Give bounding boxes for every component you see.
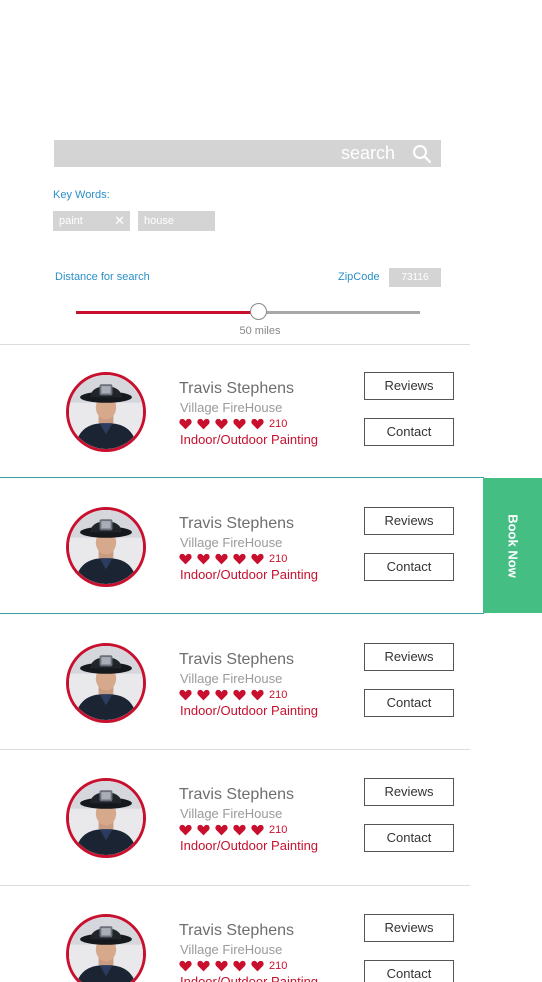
divider — [0, 885, 470, 886]
heart-icon — [179, 960, 192, 972]
review-count: 210 — [269, 824, 288, 836]
avatar[interactable] — [66, 778, 146, 858]
rating: 210 — [179, 552, 287, 566]
result-card: Travis Stephens Village FireHouse 210 In… — [0, 615, 470, 751]
provider-name[interactable]: Travis Stephens — [179, 651, 294, 669]
result-card: Travis Stephens Village FireHouse 210 In… — [0, 344, 470, 480]
book-now-label: Book Now — [505, 513, 520, 578]
search-bar[interactable] — [54, 140, 441, 167]
divider — [0, 613, 484, 614]
heart-icon — [215, 960, 228, 972]
result-card: Travis Stephens Village FireHouse 210 In… — [0, 479, 470, 615]
result-card: Travis Stephens Village FireHouse 210 In… — [0, 886, 470, 982]
book-now-button[interactable]: Book Now — [483, 478, 542, 613]
heart-icon — [251, 824, 264, 836]
distance-slider-fill — [76, 311, 259, 314]
search-icon[interactable] — [412, 144, 432, 164]
heart-icon — [215, 689, 228, 701]
provider-name[interactable]: Travis Stephens — [179, 786, 294, 804]
heart-icon — [251, 689, 264, 701]
contact-button[interactable]: Contact — [364, 553, 454, 581]
profile-photo — [69, 375, 143, 449]
heart-icon — [233, 553, 246, 565]
heart-icon — [233, 418, 246, 430]
provider-name[interactable]: Travis Stephens — [179, 515, 294, 533]
divider — [0, 477, 484, 478]
provider-name[interactable]: Travis Stephens — [179, 922, 294, 940]
provider-service: Indoor/Outdoor Painting — [180, 567, 319, 582]
heart-icon — [215, 418, 228, 430]
provider-company: Village FireHouse — [180, 942, 283, 957]
keywords-label: Key Words: — [53, 189, 110, 201]
provider-company: Village FireHouse — [180, 671, 283, 686]
reviews-button[interactable]: Reviews — [364, 507, 454, 535]
reviews-button[interactable]: Reviews — [364, 778, 454, 806]
keyword-tag-label: house — [144, 215, 174, 227]
heart-icon — [179, 689, 192, 701]
provider-company: Village FireHouse — [180, 535, 283, 550]
provider-company: Village FireHouse — [180, 806, 283, 821]
remove-tag-icon[interactable]: ✕ — [114, 211, 125, 231]
search-input[interactable] — [54, 140, 441, 167]
provider-service: Indoor/Outdoor Painting — [180, 432, 319, 447]
rating: 210 — [179, 959, 287, 973]
contact-button[interactable]: Contact — [364, 689, 454, 717]
rating: 210 — [179, 417, 287, 431]
zipcode-field[interactable]: 73116 — [389, 268, 441, 287]
distance-value: 50 miles — [239, 325, 281, 337]
review-count: 210 — [269, 553, 288, 565]
heart-icon — [179, 553, 192, 565]
review-count: 210 — [269, 418, 288, 430]
zipcode-label: ZipCode — [338, 271, 380, 283]
heart-icon — [197, 824, 210, 836]
review-count: 210 — [269, 960, 288, 972]
heart-icon — [197, 689, 210, 701]
keyword-tag-label: paint — [59, 215, 83, 227]
heart-icon — [179, 418, 192, 430]
avatar[interactable] — [66, 914, 146, 982]
profile-photo — [69, 917, 143, 982]
heart-icon — [179, 824, 192, 836]
heart-icon — [215, 824, 228, 836]
contact-button[interactable]: Contact — [364, 960, 454, 982]
heart-icon — [233, 824, 246, 836]
distance-slider-handle[interactable] — [250, 303, 268, 320]
rating: 210 — [179, 688, 287, 702]
avatar[interactable] — [66, 507, 146, 587]
heart-icon — [197, 960, 210, 972]
keyword-tag-house[interactable]: house — [138, 211, 215, 231]
provider-name[interactable]: Travis Stephens — [179, 380, 294, 398]
heart-icon — [251, 418, 264, 430]
contact-button[interactable]: Contact — [364, 418, 454, 446]
review-count: 210 — [269, 689, 288, 701]
rating: 210 — [179, 823, 287, 837]
heart-icon — [251, 960, 264, 972]
distance-label: Distance for search — [55, 271, 150, 283]
avatar[interactable] — [66, 372, 146, 452]
reviews-button[interactable]: Reviews — [364, 643, 454, 671]
provider-service: Indoor/Outdoor Painting — [180, 703, 319, 718]
provider-service: Indoor/Outdoor Painting — [180, 838, 319, 853]
distance-slider[interactable] — [76, 303, 420, 320]
heart-icon — [233, 689, 246, 701]
profile-photo — [69, 510, 143, 584]
provider-company: Village FireHouse — [180, 400, 283, 415]
profile-photo — [69, 781, 143, 855]
contact-button[interactable]: Contact — [364, 824, 454, 852]
heart-icon — [197, 553, 210, 565]
heart-icon — [215, 553, 228, 565]
provider-service: Indoor/Outdoor Painting — [180, 974, 319, 982]
keyword-tag-paint[interactable]: paint ✕ — [53, 211, 130, 231]
heart-icon — [197, 418, 210, 430]
divider — [0, 749, 470, 750]
heart-icon — [233, 960, 246, 972]
profile-photo — [69, 646, 143, 720]
result-card: Travis Stephens Village FireHouse 210 In… — [0, 750, 470, 886]
heart-icon — [251, 553, 264, 565]
reviews-button[interactable]: Reviews — [364, 372, 454, 400]
avatar[interactable] — [66, 643, 146, 723]
reviews-button[interactable]: Reviews — [364, 914, 454, 942]
